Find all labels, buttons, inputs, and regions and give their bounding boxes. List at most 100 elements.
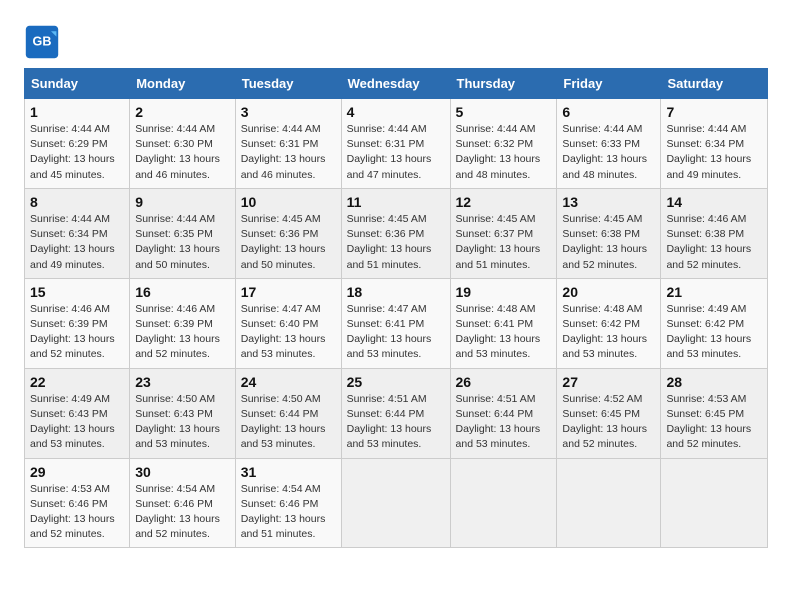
day-number: 22 [30, 374, 124, 390]
calendar-week-1: 1 Sunrise: 4:44 AMSunset: 6:29 PMDayligh… [25, 99, 768, 189]
calendar-cell: 22 Sunrise: 4:49 AMSunset: 6:43 PMDaylig… [25, 368, 130, 458]
calendar-cell: 1 Sunrise: 4:44 AMSunset: 6:29 PMDayligh… [25, 99, 130, 189]
calendar-cell: 25 Sunrise: 4:51 AMSunset: 6:44 PMDaylig… [341, 368, 450, 458]
calendar-cell: 19 Sunrise: 4:48 AMSunset: 6:41 PMDaylig… [450, 278, 557, 368]
day-number: 12 [456, 194, 552, 210]
day-number: 3 [241, 104, 336, 120]
day-detail: Sunrise: 4:51 AMSunset: 6:44 PMDaylight:… [456, 393, 541, 451]
day-detail: Sunrise: 4:46 AMSunset: 6:39 PMDaylight:… [30, 303, 115, 361]
day-detail: Sunrise: 4:46 AMSunset: 6:38 PMDaylight:… [666, 213, 751, 271]
day-number: 19 [456, 284, 552, 300]
calendar-cell: 13 Sunrise: 4:45 AMSunset: 6:38 PMDaylig… [557, 188, 661, 278]
calendar-cell: 11 Sunrise: 4:45 AMSunset: 6:36 PMDaylig… [341, 188, 450, 278]
calendar-cell: 14 Sunrise: 4:46 AMSunset: 6:38 PMDaylig… [661, 188, 768, 278]
day-number: 7 [666, 104, 762, 120]
calendar-cell: 7 Sunrise: 4:44 AMSunset: 6:34 PMDayligh… [661, 99, 768, 189]
day-number: 10 [241, 194, 336, 210]
day-detail: Sunrise: 4:53 AMSunset: 6:45 PMDaylight:… [666, 393, 751, 451]
day-detail: Sunrise: 4:45 AMSunset: 6:38 PMDaylight:… [562, 213, 647, 271]
day-number: 28 [666, 374, 762, 390]
day-number: 8 [30, 194, 124, 210]
calendar-week-5: 29 Sunrise: 4:53 AMSunset: 6:46 PMDaylig… [25, 458, 768, 548]
calendar-cell: 12 Sunrise: 4:45 AMSunset: 6:37 PMDaylig… [450, 188, 557, 278]
day-number: 23 [135, 374, 230, 390]
day-number: 20 [562, 284, 655, 300]
day-detail: Sunrise: 4:49 AMSunset: 6:43 PMDaylight:… [30, 393, 115, 451]
day-detail: Sunrise: 4:44 AMSunset: 6:35 PMDaylight:… [135, 213, 220, 271]
day-number: 31 [241, 464, 336, 480]
calendar-cell: 6 Sunrise: 4:44 AMSunset: 6:33 PMDayligh… [557, 99, 661, 189]
logo-icon: GB [24, 24, 60, 60]
day-detail: Sunrise: 4:48 AMSunset: 6:42 PMDaylight:… [562, 303, 647, 361]
calendar-cell: 16 Sunrise: 4:46 AMSunset: 6:39 PMDaylig… [130, 278, 236, 368]
calendar-cell: 28 Sunrise: 4:53 AMSunset: 6:45 PMDaylig… [661, 368, 768, 458]
day-detail: Sunrise: 4:44 AMSunset: 6:30 PMDaylight:… [135, 123, 220, 181]
day-number: 2 [135, 104, 230, 120]
calendar-cell: 5 Sunrise: 4:44 AMSunset: 6:32 PMDayligh… [450, 99, 557, 189]
day-detail: Sunrise: 4:52 AMSunset: 6:45 PMDaylight:… [562, 393, 647, 451]
day-detail: Sunrise: 4:44 AMSunset: 6:32 PMDaylight:… [456, 123, 541, 181]
calendar-week-4: 22 Sunrise: 4:49 AMSunset: 6:43 PMDaylig… [25, 368, 768, 458]
calendar-cell: 29 Sunrise: 4:53 AMSunset: 6:46 PMDaylig… [25, 458, 130, 548]
day-number: 17 [241, 284, 336, 300]
day-detail: Sunrise: 4:50 AMSunset: 6:43 PMDaylight:… [135, 393, 220, 451]
calendar-cell: 4 Sunrise: 4:44 AMSunset: 6:31 PMDayligh… [341, 99, 450, 189]
day-detail: Sunrise: 4:49 AMSunset: 6:42 PMDaylight:… [666, 303, 751, 361]
header-cell-friday: Friday [557, 69, 661, 99]
header-cell-monday: Monday [130, 69, 236, 99]
day-detail: Sunrise: 4:44 AMSunset: 6:29 PMDaylight:… [30, 123, 115, 181]
calendar-cell: 2 Sunrise: 4:44 AMSunset: 6:30 PMDayligh… [130, 99, 236, 189]
calendar-cell: 17 Sunrise: 4:47 AMSunset: 6:40 PMDaylig… [235, 278, 341, 368]
calendar-cell: 20 Sunrise: 4:48 AMSunset: 6:42 PMDaylig… [557, 278, 661, 368]
calendar-cell: 24 Sunrise: 4:50 AMSunset: 6:44 PMDaylig… [235, 368, 341, 458]
day-detail: Sunrise: 4:53 AMSunset: 6:46 PMDaylight:… [30, 483, 115, 541]
calendar-cell: 18 Sunrise: 4:47 AMSunset: 6:41 PMDaylig… [341, 278, 450, 368]
header-cell-wednesday: Wednesday [341, 69, 450, 99]
svg-text:GB: GB [33, 35, 52, 49]
day-number: 27 [562, 374, 655, 390]
calendar-cell: 23 Sunrise: 4:50 AMSunset: 6:43 PMDaylig… [130, 368, 236, 458]
day-detail: Sunrise: 4:46 AMSunset: 6:39 PMDaylight:… [135, 303, 220, 361]
day-number: 9 [135, 194, 230, 210]
calendar-cell: 30 Sunrise: 4:54 AMSunset: 6:46 PMDaylig… [130, 458, 236, 548]
day-number: 4 [347, 104, 445, 120]
day-detail: Sunrise: 4:51 AMSunset: 6:44 PMDaylight:… [347, 393, 432, 451]
day-detail: Sunrise: 4:54 AMSunset: 6:46 PMDaylight:… [135, 483, 220, 541]
day-number: 11 [347, 194, 445, 210]
calendar-cell: 3 Sunrise: 4:44 AMSunset: 6:31 PMDayligh… [235, 99, 341, 189]
header-cell-sunday: Sunday [25, 69, 130, 99]
day-number: 16 [135, 284, 230, 300]
day-number: 21 [666, 284, 762, 300]
day-number: 1 [30, 104, 124, 120]
day-detail: Sunrise: 4:44 AMSunset: 6:34 PMDaylight:… [30, 213, 115, 271]
calendar-week-2: 8 Sunrise: 4:44 AMSunset: 6:34 PMDayligh… [25, 188, 768, 278]
day-number: 29 [30, 464, 124, 480]
calendar-table: SundayMondayTuesdayWednesdayThursdayFrid… [24, 68, 768, 548]
day-number: 15 [30, 284, 124, 300]
calendar-cell [557, 458, 661, 548]
calendar-cell [450, 458, 557, 548]
calendar-cell: 9 Sunrise: 4:44 AMSunset: 6:35 PMDayligh… [130, 188, 236, 278]
day-number: 26 [456, 374, 552, 390]
calendar-cell: 21 Sunrise: 4:49 AMSunset: 6:42 PMDaylig… [661, 278, 768, 368]
day-detail: Sunrise: 4:45 AMSunset: 6:37 PMDaylight:… [456, 213, 541, 271]
day-detail: Sunrise: 4:48 AMSunset: 6:41 PMDaylight:… [456, 303, 541, 361]
calendar-cell: 15 Sunrise: 4:46 AMSunset: 6:39 PMDaylig… [25, 278, 130, 368]
day-detail: Sunrise: 4:44 AMSunset: 6:33 PMDaylight:… [562, 123, 647, 181]
day-number: 5 [456, 104, 552, 120]
day-detail: Sunrise: 4:47 AMSunset: 6:41 PMDaylight:… [347, 303, 432, 361]
calendar-body: 1 Sunrise: 4:44 AMSunset: 6:29 PMDayligh… [25, 99, 768, 548]
calendar-cell: 31 Sunrise: 4:54 AMSunset: 6:46 PMDaylig… [235, 458, 341, 548]
day-detail: Sunrise: 4:44 AMSunset: 6:31 PMDaylight:… [347, 123, 432, 181]
day-detail: Sunrise: 4:45 AMSunset: 6:36 PMDaylight:… [241, 213, 326, 271]
day-detail: Sunrise: 4:47 AMSunset: 6:40 PMDaylight:… [241, 303, 326, 361]
day-number: 30 [135, 464, 230, 480]
calendar-cell: 27 Sunrise: 4:52 AMSunset: 6:45 PMDaylig… [557, 368, 661, 458]
day-number: 13 [562, 194, 655, 210]
day-detail: Sunrise: 4:54 AMSunset: 6:46 PMDaylight:… [241, 483, 326, 541]
logo: GB [24, 24, 64, 60]
day-number: 25 [347, 374, 445, 390]
calendar-cell: 10 Sunrise: 4:45 AMSunset: 6:36 PMDaylig… [235, 188, 341, 278]
calendar-cell [661, 458, 768, 548]
calendar-cell: 26 Sunrise: 4:51 AMSunset: 6:44 PMDaylig… [450, 368, 557, 458]
